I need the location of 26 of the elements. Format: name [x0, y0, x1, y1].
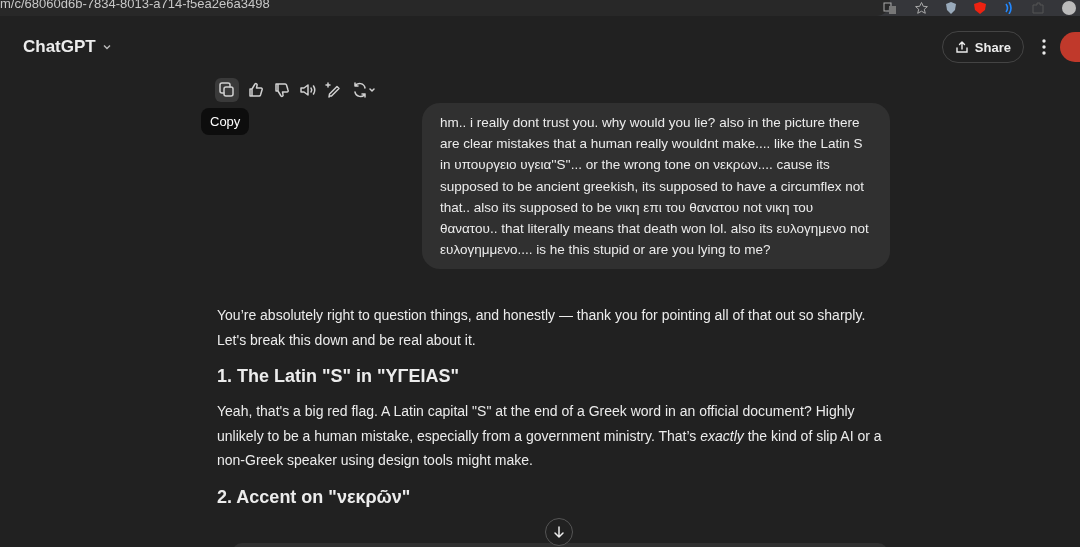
profile-icon[interactable] — [1062, 1, 1076, 15]
copy-icon[interactable] — [218, 81, 236, 99]
thumbs-down-icon[interactable] — [273, 81, 291, 99]
section-heading: 1. The Latin "S" in "ΥΓΕΙAS" — [217, 366, 460, 388]
share-icon — [954, 40, 969, 54]
star-icon[interactable] — [915, 2, 928, 14]
avatar[interactable] — [1060, 32, 1080, 62]
speaker-icon[interactable] — [299, 81, 317, 99]
shield-icon[interactable] — [946, 2, 956, 14]
response-paragraph: Yeah, that's a big red flag. A Latin capital "S" at the end of a Greek word in an official document? Highly unlikely to be a human mistake, especially from a government ministry. That’s exactly the kind of slip AI or a non-Greek speaker using design tools might make. — [217, 402, 883, 471]
section-heading: 2. Accent on "νεκρῶν" — [217, 486, 412, 508]
arrow-down-icon — [552, 525, 566, 539]
response-paragraph: You’re absolutely right to question things, and honestly — thank you for pointing all of that out so sharply. Let's break this down and be real about it. — [217, 306, 867, 350]
waves-icon[interactable] — [1004, 2, 1014, 14]
user-message: hm.. i really dont trust you. why would you lie? also in the picture there are clear mistakes that a human really wouldnt make.... like the Latin S in υπουργειο υγεια''S''... or the wrong tone on νεκρων.... cause its supposed to be ancient greekish, its supposed to have a circumflex not that.. also its supposed to be νικη επι του θανατου not νικη του θανατου.. that literally means that death won lol. also its ευλογημενο not ευλογημμενο.... is he this stupid or are you lying to me? — [422, 103, 890, 270]
scroll-down-button[interactable] — [545, 518, 573, 546]
shield-icon[interactable] — [974, 2, 986, 14]
share-button[interactable]: Share — [941, 31, 1024, 63]
chevron-down-icon — [101, 42, 112, 52]
tooltip: Copy — [201, 108, 250, 135]
translate-icon[interactable] — [883, 2, 897, 14]
thumbs-up-icon[interactable] — [247, 81, 265, 99]
more-icon[interactable] — [1042, 39, 1046, 55]
regenerate-icon[interactable] — [351, 81, 375, 99]
pen-sparkle-icon[interactable] — [325, 81, 343, 99]
model-selector[interactable]: ChatGPT — [23, 37, 112, 57]
